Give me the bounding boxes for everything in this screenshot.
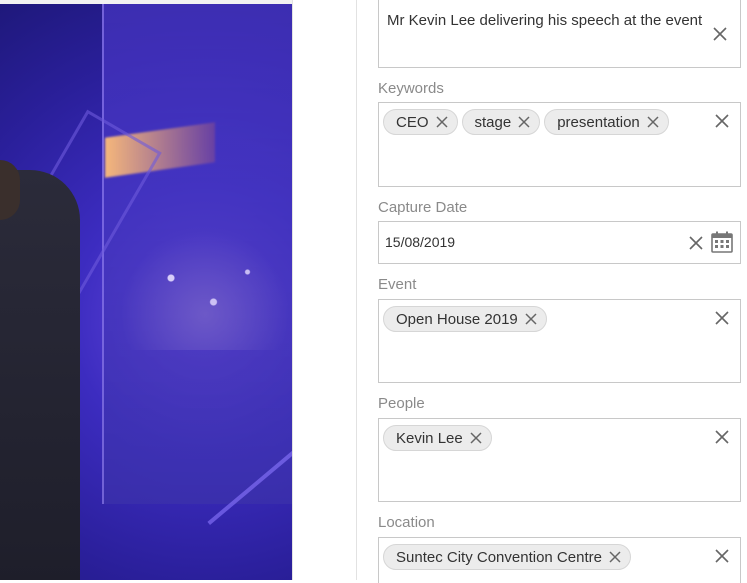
- close-icon[interactable]: [714, 429, 730, 445]
- capture-date-label: Capture Date: [378, 199, 468, 216]
- crowd-lights: [120, 230, 290, 350]
- capture-date-field[interactable]: 15/08/2019: [378, 221, 741, 264]
- event-chip: Open House 2019: [383, 306, 547, 332]
- event-chips: Open House 2019: [383, 306, 703, 332]
- location-label: Location: [378, 514, 435, 531]
- event-label: Event: [378, 276, 417, 293]
- close-icon[interactable]: [469, 431, 483, 445]
- keywords-label: Keywords: [378, 80, 444, 97]
- keyword-chip: stage: [461, 109, 541, 135]
- people-field[interactable]: Kevin Lee: [378, 418, 741, 502]
- keywords-chips: CEO stage presentation: [383, 109, 703, 135]
- close-icon[interactable]: [608, 550, 622, 564]
- top-edge: [0, 0, 292, 4]
- calendar-icon[interactable]: [710, 230, 734, 254]
- panel-divider: [292, 0, 357, 580]
- location-field[interactable]: Suntec City Convention Centre: [378, 537, 741, 583]
- close-icon[interactable]: [517, 115, 531, 129]
- speaker-figure: [0, 170, 80, 580]
- event-field[interactable]: Open House 2019: [378, 299, 741, 383]
- keywords-field[interactable]: CEO stage presentation: [378, 102, 741, 187]
- description-field[interactable]: Mr Kevin Lee delivering his speech at th…: [378, 0, 741, 68]
- close-icon[interactable]: [712, 26, 728, 42]
- chip-label: Open House 2019: [396, 310, 518, 328]
- close-icon[interactable]: [435, 115, 449, 129]
- photo-preview: [0, 0, 292, 580]
- person-chip: Kevin Lee: [383, 425, 492, 451]
- close-icon[interactable]: [646, 115, 660, 129]
- chip-label: presentation: [557, 113, 640, 131]
- keyword-chip: presentation: [544, 109, 669, 135]
- close-icon[interactable]: [524, 312, 538, 326]
- location-chip: Suntec City Convention Centre: [383, 544, 631, 570]
- close-icon[interactable]: [688, 235, 704, 251]
- people-label: People: [378, 395, 425, 412]
- description-text: Mr Kevin Lee delivering his speech at th…: [387, 12, 703, 29]
- location-chips: Suntec City Convention Centre: [383, 544, 703, 570]
- keyword-chip: CEO: [383, 109, 458, 135]
- close-icon[interactable]: [714, 310, 730, 326]
- chip-label: Kevin Lee: [396, 429, 463, 447]
- capture-date-value: 15/08/2019: [385, 234, 456, 250]
- people-chips: Kevin Lee: [383, 425, 703, 451]
- chip-label: stage: [474, 113, 512, 131]
- close-icon[interactable]: [714, 113, 730, 129]
- chip-label: CEO: [396, 113, 429, 131]
- close-icon[interactable]: [714, 548, 730, 564]
- chip-label: Suntec City Convention Centre: [396, 548, 602, 566]
